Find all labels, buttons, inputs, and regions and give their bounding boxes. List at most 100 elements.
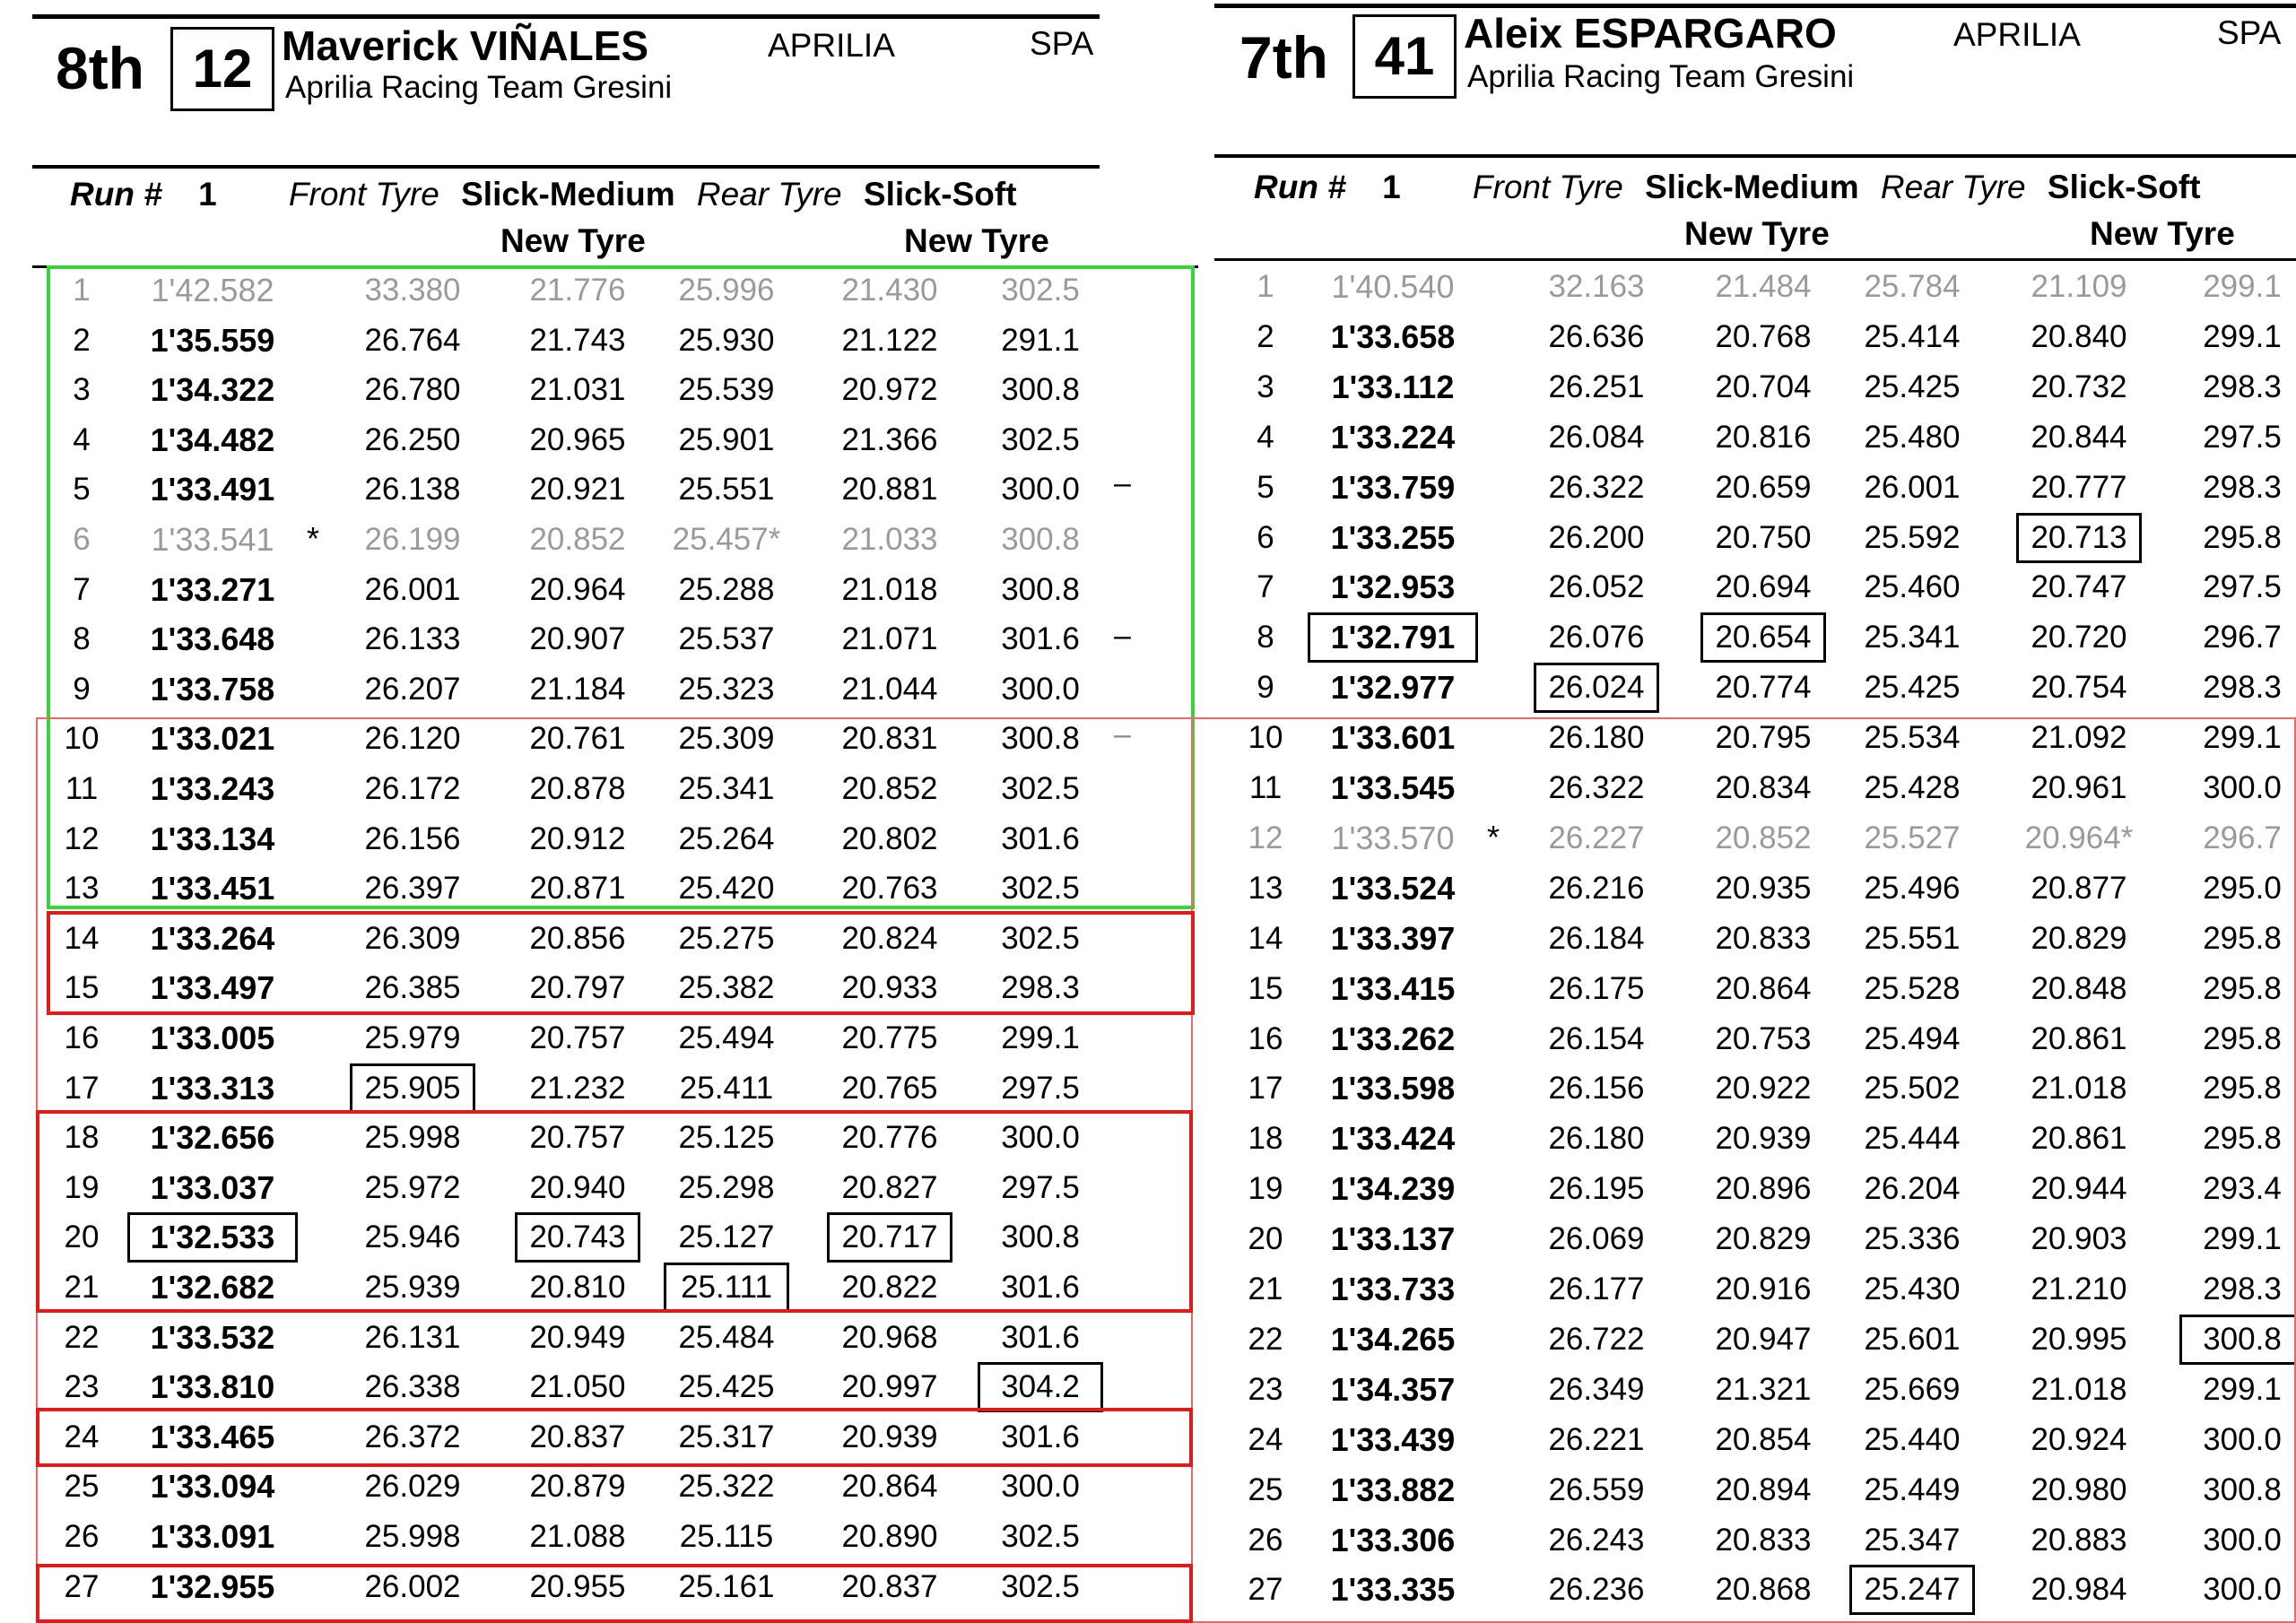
lap-s1: 26.243 bbox=[1548, 1522, 1645, 1558]
lap-lap: 20 bbox=[1248, 1221, 1283, 1257]
lap-s4: 21.018 bbox=[2031, 1071, 2127, 1107]
lap-s2: 21.050 bbox=[529, 1369, 626, 1405]
lap-lap: 10 bbox=[1248, 720, 1283, 756]
lap-speed: 295.8 bbox=[2203, 1121, 2282, 1157]
lap-time: 1'33.021 bbox=[150, 720, 275, 758]
lap-speed: 304.2 bbox=[978, 1362, 1103, 1413]
lap-row: 12 1'33.570 26.227 20.852 25.527 20.964* 296.7… bbox=[1193, 813, 2296, 864]
lap-s2: 21.031 bbox=[529, 372, 626, 408]
lap-s4: 20.775 bbox=[841, 1020, 938, 1055]
team-name: Aprilia Racing Team Gresini bbox=[285, 70, 673, 105]
lap-row: 23 1'33.810 26.338 21.050 25.425 20.997 304.2 bbox=[0, 1362, 1193, 1413]
front-tyre-condition: New Tyre bbox=[500, 222, 646, 259]
lap-s3: 26.204 bbox=[1864, 1171, 1961, 1207]
lap-s3: 26.001 bbox=[1864, 469, 1961, 505]
lap-row: 5 1'33.491 26.138 20.921 25.551 20.881 300.0 bbox=[0, 464, 1193, 515]
lap-s4: 20.765 bbox=[841, 1070, 938, 1106]
lap-row: 10 1'33.021 26.120 20.761 25.309 20.831 300.8 bbox=[0, 714, 1193, 764]
lap-speed: 301.6 bbox=[1001, 1270, 1080, 1305]
lap-s1: 26.133 bbox=[364, 621, 461, 657]
lap-lap: 11 bbox=[1248, 770, 1283, 805]
lap-row: 22 1'33.532 26.131 20.949 25.484 20.968 301.6 bbox=[0, 1313, 1193, 1363]
lap-row: 1 1'42.582 33.380 21.776 25.996 21.430 302.5 bbox=[0, 265, 1193, 316]
lap-time: 1'33.271 bbox=[150, 570, 275, 608]
lap-s4: 21.018 bbox=[2031, 1371, 2127, 1407]
lap-speed: 295.8 bbox=[2203, 519, 2282, 555]
lap-speed: 301.6 bbox=[1001, 820, 1080, 856]
lap-row: 18 1'33.424 26.180 20.939 25.444 20.861 295.8 bbox=[1193, 1114, 2296, 1164]
lap-row: 15 1'33.415 26.175 20.864 25.528 20.848 295.8 bbox=[1193, 964, 2296, 1014]
manufacturer: APRILIA bbox=[768, 27, 895, 64]
lap-s1: 26.131 bbox=[364, 1319, 461, 1355]
lap-s3: 25.930 bbox=[678, 322, 775, 358]
lap-time: 1'33.439 bbox=[1330, 1420, 1456, 1458]
lap-row: 5 1'33.759 26.322 20.659 26.001 20.777 298.3 bbox=[1193, 463, 2296, 513]
lap-speed: 300.0 bbox=[1001, 1469, 1080, 1505]
lap-s1: 26.236 bbox=[1548, 1572, 1645, 1608]
lap-s1: 26.397 bbox=[364, 871, 461, 907]
lap-s3: 25.317 bbox=[678, 1419, 775, 1454]
lap-s4: 21.092 bbox=[2031, 720, 2127, 756]
lap-speed: 300.8 bbox=[1001, 372, 1080, 408]
lap-time: 1'33.224 bbox=[1330, 418, 1456, 456]
lap-time: 1'32.656 bbox=[150, 1119, 275, 1157]
lap-time: 1'33.465 bbox=[150, 1418, 275, 1455]
lap-lap: 5 bbox=[73, 472, 91, 508]
lap-s3: 25.341 bbox=[678, 771, 775, 806]
rear-tyre-condition: New Tyre bbox=[904, 222, 1049, 259]
lap-lap: 4 bbox=[1257, 419, 1274, 455]
lap-s1: 26.636 bbox=[1548, 318, 1645, 354]
lap-speed: 300.0 bbox=[2203, 1572, 2282, 1608]
lap-s4: 20.844 bbox=[2031, 419, 2127, 455]
lap-s3: 25.460 bbox=[1864, 569, 1961, 605]
lap-speed: 302.5 bbox=[1001, 1519, 1080, 1554]
lap-lap: 20 bbox=[64, 1219, 100, 1255]
lap-row: 7 1'32.953 26.052 20.694 25.460 20.747 297.5 bbox=[1193, 562, 2296, 612]
lap-row: 9 1'33.758 26.207 21.184 25.323 21.044 300.0 bbox=[0, 664, 1193, 715]
table-top-rule bbox=[1214, 258, 2296, 261]
lap-s4: 20.831 bbox=[841, 721, 938, 757]
lap-speed: 293.4 bbox=[2203, 1171, 2282, 1207]
lap-s3: 25.430 bbox=[1864, 1271, 1961, 1306]
lap-time: 1'33.094 bbox=[150, 1468, 275, 1506]
lap-row: 20 1'32.533 25.946 20.743 25.127 20.717 300.8 bbox=[0, 1212, 1193, 1263]
header-bottom-rule bbox=[32, 165, 1100, 169]
lap-speed: 302.5 bbox=[1001, 920, 1080, 956]
lap-s3: 25.539 bbox=[678, 372, 775, 408]
lap-row: 22 1'34.265 26.722 20.947 25.601 20.995 300.8 bbox=[1193, 1314, 2296, 1365]
lap-s2: 21.743 bbox=[529, 322, 626, 358]
classification-position: 8th bbox=[56, 35, 144, 101]
lap-time: 1'33.335 bbox=[1330, 1571, 1456, 1609]
lap-lap: 16 bbox=[1248, 1020, 1283, 1056]
lap-s3: 25.275 bbox=[678, 920, 775, 956]
lap-s1: 26.338 bbox=[364, 1369, 461, 1405]
rider-name: Aleix ESPARGARO bbox=[1464, 10, 1837, 56]
team-name: Aprilia Racing Team Gresini bbox=[1467, 59, 1855, 94]
lap-s3: 25.298 bbox=[678, 1169, 775, 1205]
lap-lap: 10 bbox=[64, 721, 100, 757]
lap-speed: 300.8 bbox=[2203, 1471, 2282, 1507]
lap-lap: 15 bbox=[64, 970, 100, 1006]
lap-time: 1'33.658 bbox=[1330, 317, 1456, 355]
lap-s3: 25.264 bbox=[678, 820, 775, 856]
lap-speed: 300.0 bbox=[2203, 770, 2282, 805]
lap-lap: 17 bbox=[1248, 1071, 1283, 1107]
lap-time: 1'33.758 bbox=[150, 670, 275, 707]
lap-s1: 26.221 bbox=[1548, 1421, 1645, 1457]
rear-tyre-condition: New Tyre bbox=[2090, 215, 2235, 252]
front-tyre: Slick-Medium bbox=[461, 176, 675, 213]
lap-lap: 3 bbox=[1257, 369, 1274, 404]
lap-s2: 20.916 bbox=[1715, 1271, 1812, 1306]
lap-s3: 25.601 bbox=[1864, 1321, 1961, 1357]
lap-speed: 299.1 bbox=[2203, 720, 2282, 756]
lap-s1: 26.216 bbox=[1548, 870, 1645, 906]
lap-row: 15 1'33.497 26.385 20.797 25.382 20.933 298.3 bbox=[0, 963, 1193, 1013]
lap-s2: 20.964 bbox=[529, 571, 626, 607]
lap-s2: 21.321 bbox=[1715, 1371, 1812, 1407]
lap-time: 1'35.559 bbox=[150, 321, 275, 359]
lap-s4: 20.827 bbox=[841, 1169, 938, 1205]
lap-s3: 25.127 bbox=[678, 1219, 775, 1255]
lap-speed: 300.8 bbox=[1001, 1219, 1080, 1255]
lap-row: 13 1'33.524 26.216 20.935 25.496 20.877 295.0 bbox=[1193, 864, 2296, 914]
lap-speed: 297.5 bbox=[2203, 569, 2282, 605]
